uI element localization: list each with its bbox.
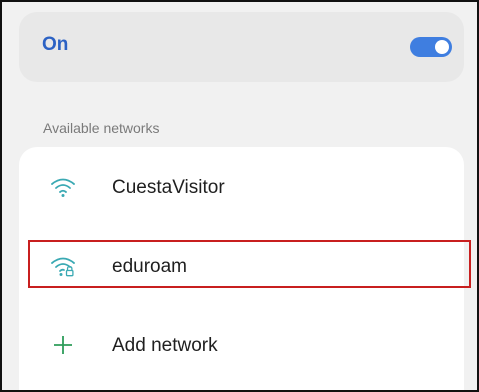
eduroam-highlight-box [28, 240, 471, 288]
network-name: CuestaVisitor [112, 177, 225, 198]
add-network-label: Add network [112, 335, 218, 356]
wifi-state-label: On [42, 34, 69, 55]
wifi-signal-icon [51, 178, 75, 197]
switch-knob [435, 40, 449, 54]
wifi-toggle-card[interactable]: On [19, 12, 464, 82]
add-network-button[interactable]: Add network [19, 320, 464, 372]
plus-icon [54, 336, 72, 354]
available-networks-heading: Available networks [43, 120, 160, 136]
wifi-settings-screen: On Available networks CuestaVisitor edur… [0, 0, 479, 392]
network-item-cuestavisitor[interactable]: CuestaVisitor [19, 162, 464, 214]
wifi-toggle-switch[interactable] [410, 37, 452, 57]
